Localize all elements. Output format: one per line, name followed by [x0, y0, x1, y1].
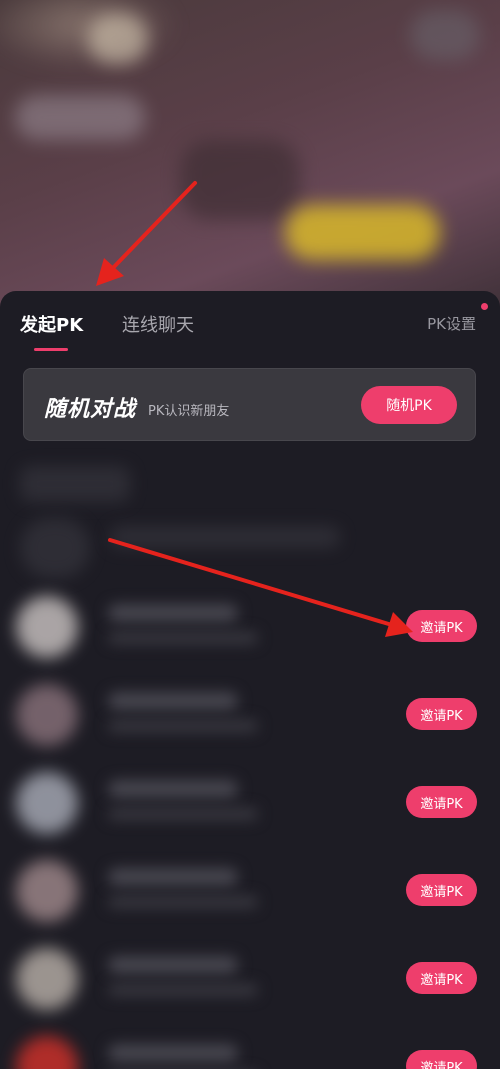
anchor-list: 邀请PK 邀请PK 邀请PK 邀请PK 邀请PK 邀请PK: [0, 456, 500, 1069]
tab-launch-pk[interactable]: 发起PK: [20, 311, 83, 337]
avatar: [16, 596, 78, 658]
live-stream-background: [0, 0, 500, 320]
blurred-username: [108, 956, 238, 974]
blurred-stream-region: [180, 140, 300, 220]
blurred-corner-info: [410, 10, 480, 60]
random-battle-title: 随机对战: [44, 397, 137, 422]
random-battle-subtitle: PK认识新朋友: [148, 404, 230, 419]
blurred-username: [108, 780, 238, 798]
invite-pk-button[interactable]: 邀请PK: [406, 698, 477, 730]
pk-tab-bar: 发起PK 连线聊天 PK设置: [0, 291, 500, 355]
invite-pk-button[interactable]: 邀请PK: [406, 610, 477, 642]
list-item: 邀请PK: [0, 760, 500, 848]
notification-dot: [481, 303, 488, 310]
blurred-info-text: [110, 526, 340, 548]
avatar: [16, 860, 78, 922]
blurred-gold-badge: [285, 205, 440, 260]
pk-bottom-sheet: 发起PK 连线聊天 PK设置 随机对战 PK认识新朋友 随机PK 邀请PK 邀请…: [0, 291, 500, 1069]
blurred-description: [108, 896, 258, 908]
list-item: 邀请PK: [0, 848, 500, 936]
avatar: [16, 772, 78, 834]
avatar: [16, 948, 78, 1010]
list-item: 邀请PK: [0, 1024, 500, 1069]
avatar: [16, 684, 78, 746]
blurred-username: [108, 868, 238, 886]
random-pk-button[interactable]: 随机PK: [361, 386, 457, 424]
blurred-username: [108, 1044, 238, 1062]
blurred-description: [108, 720, 258, 732]
blurred-description: [108, 632, 258, 644]
blurred-username: [108, 692, 238, 710]
random-battle-card: 随机对战 PK认识新朋友 随机PK: [23, 368, 476, 441]
avatar: [16, 1036, 78, 1069]
blurred-stream-text: [15, 95, 145, 140]
pk-settings-link[interactable]: PK设置: [427, 313, 476, 334]
blurred-description: [108, 808, 258, 820]
tab-link-chat[interactable]: 连线聊天: [122, 311, 194, 337]
active-tab-indicator: [34, 348, 68, 351]
invite-pk-button[interactable]: 邀请PK: [406, 786, 477, 818]
list-item: 邀请PK: [0, 936, 500, 1024]
blurred-streamer-avatar: [88, 14, 148, 64]
blurred-username: [108, 604, 238, 622]
blurred-list-header: [20, 466, 130, 502]
blurred-avatar: [20, 518, 90, 578]
invite-pk-button[interactable]: 邀请PK: [406, 874, 477, 906]
blurred-description: [108, 984, 258, 996]
list-item: 邀请PK: [0, 672, 500, 760]
list-item: 邀请PK: [0, 584, 500, 672]
invite-pk-button[interactable]: 邀请PK: [406, 1050, 477, 1069]
invite-pk-button[interactable]: 邀请PK: [406, 962, 477, 994]
